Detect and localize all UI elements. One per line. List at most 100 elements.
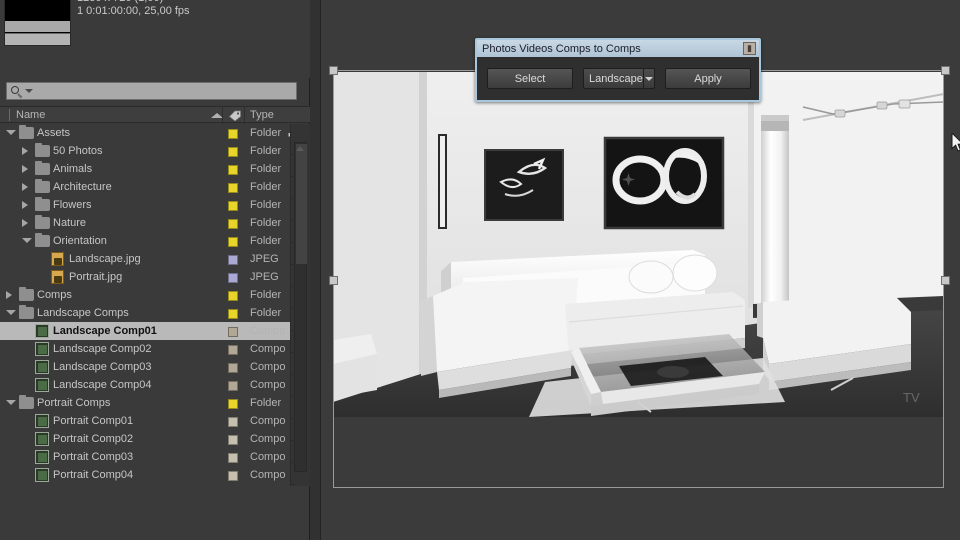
selection-handle-top-left[interactable] <box>329 66 338 75</box>
project-item-row[interactable]: AssetsFolder <box>0 124 290 142</box>
label-color-swatch[interactable] <box>228 381 238 391</box>
label-color-swatch[interactable] <box>228 399 238 409</box>
search-icon <box>10 85 23 98</box>
thumbnail-bar-upper <box>5 21 70 32</box>
project-item-row[interactable]: Landscape Comp01Compo <box>0 322 290 340</box>
label-color-swatch[interactable] <box>228 453 238 463</box>
folder-icon <box>35 217 50 229</box>
search-field[interactable] <box>6 82 297 100</box>
project-item-label: Portrait Comps <box>37 397 110 409</box>
ruler-tick <box>291 484 295 485</box>
project-item-row[interactable]: Landscape Comp02Compo <box>0 340 290 358</box>
label-color-swatch[interactable] <box>228 309 238 319</box>
disclosure-triangle-closed-icon[interactable] <box>22 165 28 173</box>
column-header-type[interactable]: Type <box>250 109 274 121</box>
disclosure-triangle-closed-icon[interactable] <box>22 183 28 191</box>
column-separator[interactable] <box>244 107 245 124</box>
selection-handle-middle-left[interactable] <box>329 276 338 285</box>
chevron-down-icon[interactable] <box>643 69 654 88</box>
project-item-row[interactable]: ArchitectureFolder <box>0 178 290 196</box>
project-item-row[interactable]: AnimalsFolder <box>0 160 290 178</box>
project-item-row[interactable]: Portrait Comp03Compo <box>0 448 290 466</box>
disclosure-triangle-open-icon[interactable] <box>6 400 16 405</box>
project-item-label: Orientation <box>53 235 107 247</box>
label-color-swatch[interactable] <box>228 363 238 373</box>
close-icon[interactable]: ▮ <box>743 42 756 55</box>
label-color-swatch[interactable] <box>228 237 238 247</box>
folder-icon <box>19 397 34 409</box>
project-item-row[interactable]: Landscape Comp03Compo <box>0 358 290 376</box>
dialog-titlebar[interactable]: Photos Videos Comps to Comps ▮ <box>477 40 759 57</box>
project-item-type: Compo <box>250 415 285 427</box>
project-item-row[interactable]: 50 PhotosFolder <box>0 142 290 160</box>
disclosure-triangle-closed-icon[interactable] <box>6 291 12 299</box>
project-item-row[interactable]: FlowersFolder <box>0 196 290 214</box>
jpeg-file-icon <box>51 252 64 266</box>
vertical-scrollbar[interactable] <box>294 142 307 472</box>
folder-icon <box>19 307 34 319</box>
label-color-swatch[interactable] <box>228 129 238 139</box>
ruler-tick <box>291 352 295 353</box>
disclosure-triangle-closed-icon[interactable] <box>22 201 28 209</box>
project-item-label: 50 Photos <box>53 145 103 157</box>
label-color-swatch[interactable] <box>228 291 238 301</box>
disclosure-triangle-open-icon[interactable] <box>6 310 16 315</box>
project-item-row[interactable]: Portrait.jpgJPEG <box>0 268 290 286</box>
project-item-type: Folder <box>250 181 281 193</box>
label-color-swatch[interactable] <box>228 345 238 355</box>
project-item-list[interactable]: AssetsFolder50 PhotosFolderAnimalsFolder… <box>0 124 290 486</box>
project-item-type: JPEG <box>250 271 279 283</box>
label-color-swatch[interactable] <box>228 183 238 193</box>
project-list-header: Name Type <box>0 106 310 123</box>
column-header-name[interactable]: Name <box>16 109 45 121</box>
project-item-row[interactable]: OrientationFolder <box>0 232 290 250</box>
ruler-tick <box>291 374 295 375</box>
folder-icon <box>35 145 50 157</box>
label-color-swatch[interactable] <box>228 417 238 427</box>
project-item-row[interactable]: Landscape CompsFolder <box>0 304 290 322</box>
project-item-row[interactable]: NatureFolder <box>0 214 290 232</box>
project-item-label: Portrait Comp04 <box>53 469 133 481</box>
label-color-swatch[interactable] <box>228 471 238 481</box>
label-tag-icon[interactable] <box>228 109 242 122</box>
panel-divider[interactable] <box>310 0 321 540</box>
project-item-row[interactable]: Landscape Comp04Compo <box>0 376 290 394</box>
label-color-swatch[interactable] <box>228 201 238 211</box>
project-item-label: Landscape.jpg <box>69 253 141 265</box>
photos-videos-comps-dialog[interactable]: Photos Videos Comps to Comps ▮ Select La… <box>475 38 761 102</box>
project-item-row[interactable]: Portrait Comp01Compo <box>0 412 290 430</box>
label-color-swatch[interactable] <box>228 219 238 229</box>
apply-button[interactable]: Apply <box>665 68 751 89</box>
disclosure-triangle-open-icon[interactable] <box>6 130 16 135</box>
project-item-row[interactable]: Portrait CompsFolder <box>0 394 290 412</box>
composition-thumbnail <box>4 0 71 46</box>
project-item-label: Landscape Comp03 <box>53 361 151 373</box>
column-separator[interactable] <box>222 107 223 124</box>
project-item-row[interactable]: Portrait Comp02Compo <box>0 430 290 448</box>
label-color-swatch[interactable] <box>228 273 238 283</box>
label-color-swatch[interactable] <box>228 165 238 175</box>
project-item-row[interactable]: CompsFolder <box>0 286 290 304</box>
label-color-swatch[interactable] <box>228 255 238 265</box>
scroll-up-icon[interactable] <box>296 146 304 151</box>
project-item-type: Compo <box>250 433 285 445</box>
chevron-down-icon[interactable] <box>25 89 33 93</box>
dialog-title: Photos Videos Comps to Comps <box>482 43 641 55</box>
label-color-swatch[interactable] <box>228 147 238 157</box>
project-item-row[interactable]: Portrait Comp04Compo <box>0 466 290 484</box>
ruler-tick <box>291 330 295 331</box>
disclosure-triangle-closed-icon[interactable] <box>22 147 28 155</box>
selection-handle-top-right[interactable] <box>941 66 950 75</box>
composition-bounding-box[interactable] <box>333 70 944 488</box>
disclosure-triangle-open-icon[interactable] <box>22 238 32 243</box>
project-item-row[interactable]: Landscape.jpgJPEG <box>0 250 290 268</box>
label-color-swatch[interactable] <box>228 327 238 337</box>
selection-handle-middle-right[interactable] <box>941 276 950 285</box>
disclosure-triangle-closed-icon[interactable] <box>22 219 28 227</box>
scrollbar-thumb[interactable] <box>296 144 307 264</box>
anchor-point-icon[interactable] <box>622 173 635 186</box>
search-input[interactable] <box>33 85 296 97</box>
orientation-dropdown[interactable]: Landscape <box>583 68 655 89</box>
label-color-swatch[interactable] <box>228 435 238 445</box>
select-button[interactable]: Select <box>487 68 573 89</box>
